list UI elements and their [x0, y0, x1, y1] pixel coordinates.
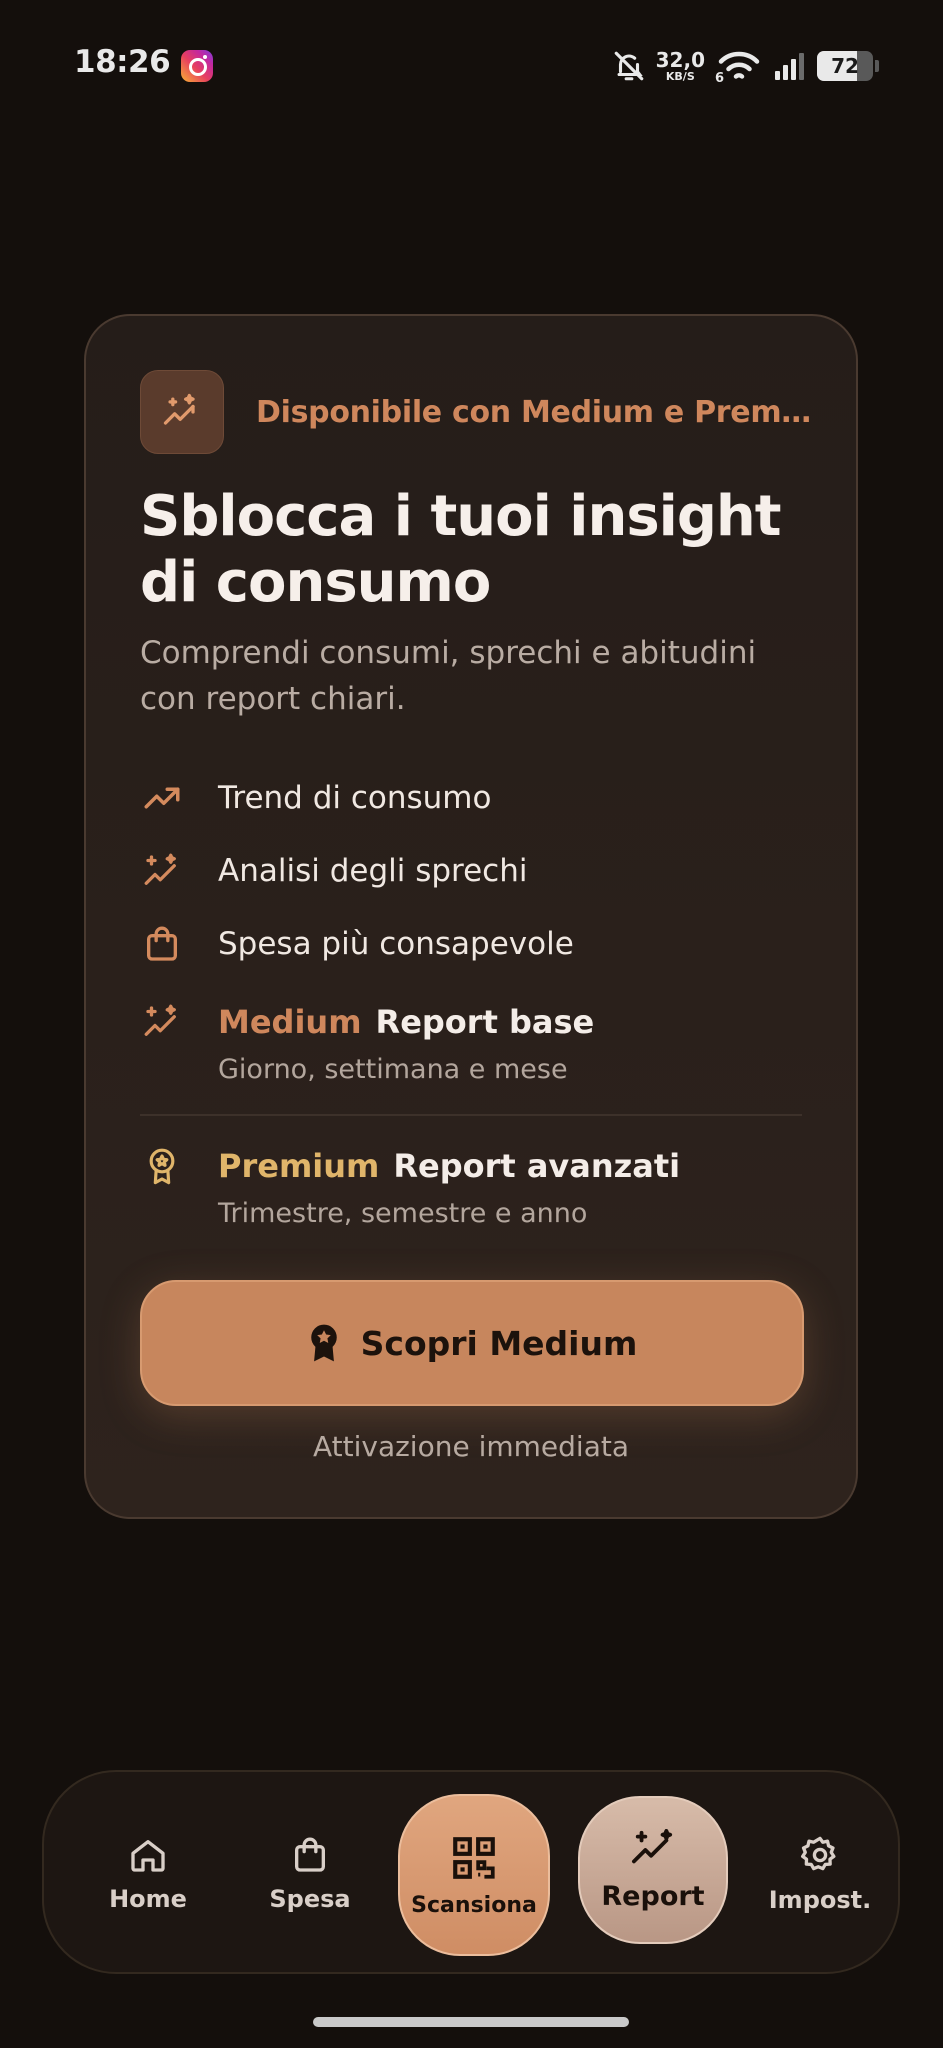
- badge-icon-box: [140, 370, 224, 454]
- home-indicator[interactable]: [313, 2017, 629, 2027]
- bell-muted-icon: [614, 51, 643, 81]
- card-title: Sblocca i tuoi insight di consumo: [140, 484, 782, 615]
- tier-medium-name: Medium: [218, 1003, 362, 1041]
- screen: 18:26 32,0 KB/S 6 72 Disponibile con Med…: [0, 0, 943, 2048]
- nav-spesa[interactable]: Spesa: [244, 1772, 376, 1976]
- battery-indicator: 72: [817, 51, 873, 81]
- feature-label: Spesa più consapevole: [218, 926, 574, 962]
- status-bar: 18:26 32,0 KB/S 6 72: [0, 40, 943, 90]
- discover-medium-button[interactable]: Scopri Medium: [140, 1280, 804, 1406]
- sparkle-chart-icon: [140, 1000, 184, 1044]
- home-icon: [131, 1840, 165, 1872]
- wifi-icon: 6: [715, 48, 763, 86]
- divider: [140, 1114, 802, 1116]
- qr-code-icon: [453, 1836, 495, 1879]
- feature-item: Spesa più consapevole: [140, 922, 574, 966]
- cta-label: Scopri Medium: [360, 1323, 638, 1363]
- feature-label: Trend di consumo: [218, 780, 492, 816]
- award-badge-icon: [140, 1144, 184, 1188]
- network-speed-unit: KB/S: [665, 70, 695, 83]
- trend-up-icon: [140, 776, 184, 820]
- sparkle-chart-icon: [632, 1828, 673, 1863]
- nav-scan-label: Scansiona: [411, 1892, 537, 1918]
- tier-medium-report: Report base: [375, 1003, 595, 1041]
- nav-settings[interactable]: Impost.: [754, 1772, 886, 1976]
- feature-item: Trend di consumo: [140, 776, 491, 820]
- nav-home[interactable]: Home: [82, 1772, 214, 1976]
- nav-scan[interactable]: Scansiona: [398, 1794, 550, 1956]
- instagram-notification-icon: [181, 50, 213, 82]
- network-speed-value: 32,0: [655, 48, 705, 72]
- availability-text: Disponibile con Medium e Premi...: [256, 394, 816, 430]
- tier-premium-report: Report avanzati: [393, 1147, 681, 1185]
- shopping-bag-icon: [140, 922, 184, 966]
- status-time: 18:26: [74, 44, 171, 80]
- gear-icon: [801, 1836, 836, 1871]
- award-badge-icon: [310, 1324, 337, 1362]
- nav-spesa-label: Spesa: [269, 1885, 351, 1913]
- feature-label: Analisi degli sprechi: [218, 853, 528, 889]
- feature-item: Analisi degli sprechi: [140, 849, 527, 893]
- tier-premium-desc: Trimestre, semestre e anno: [218, 1198, 588, 1229]
- nav-home-label: Home: [109, 1885, 187, 1913]
- nav-report[interactable]: Report: [578, 1796, 728, 1944]
- nav-settings-label: Impost.: [768, 1886, 872, 1914]
- activation-note: Attivazione immediata: [312, 1430, 629, 1463]
- sparkle-chart-icon: [163, 393, 195, 425]
- battery-level: 72: [831, 54, 859, 78]
- tier-premium: Premium Report avanzati Trimestre, semes…: [140, 1144, 680, 1229]
- status-indicators: 32,0 KB/S 6 72: [612, 46, 879, 86]
- network-speed: 32,0 KB/S: [656, 50, 705, 82]
- card-subtitle: Comprendi consumi, sprechi e abitudini c…: [140, 635, 757, 717]
- sparkle-chart-icon: [140, 849, 184, 893]
- shopping-bag-icon: [295, 1837, 325, 1872]
- tier-medium-desc: Giorno, settimana e mese: [218, 1054, 568, 1085]
- availability-badge: Disponibile con Medium e Premi...: [140, 370, 816, 454]
- upgrade-card: Disponibile con Medium e Premi... Sblocc…: [84, 314, 858, 1519]
- bottom-nav: Home Spesa Scansiona Report Impost.: [42, 1770, 900, 1974]
- tier-medium: Medium Report base Giorno, settimana e m…: [140, 1000, 594, 1085]
- wifi-band-label: 6: [715, 71, 725, 86]
- tier-premium-name: Premium: [218, 1147, 380, 1185]
- battery-cap: [875, 60, 879, 72]
- signal-icon: [775, 53, 804, 80]
- nav-report-label: Report: [601, 1880, 705, 1912]
